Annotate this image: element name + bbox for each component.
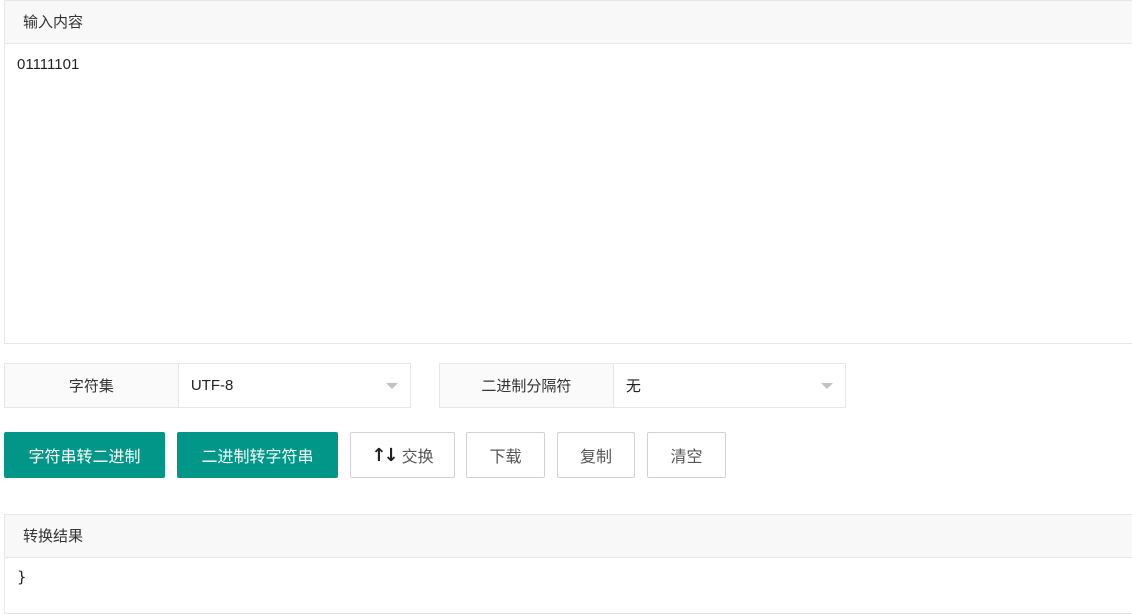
string-to-binary-button[interactable]: 字符串转二进制 [4, 432, 165, 478]
separator-selected-value: 无 [625, 378, 641, 395]
clear-button[interactable]: 清空 [647, 432, 726, 478]
copy-button[interactable]: 复制 [557, 432, 635, 478]
charset-label: 字符集 [5, 364, 179, 407]
separator-select[interactable]: 无 [614, 364, 845, 407]
input-panel-title: 输入内容 [5, 1, 1132, 44]
output-panel-title: 转换结果 [5, 515, 1132, 558]
separator-label: 二进制分隔符 [440, 364, 614, 407]
input-panel: 输入内容 01111101 [4, 0, 1132, 344]
charset-selected-value: UTF-8 [190, 377, 234, 394]
charset-select[interactable]: UTF-8 [179, 364, 410, 407]
caret-down-icon [821, 383, 833, 389]
charset-select-group: 字符集 UTF-8 [4, 363, 411, 408]
swap-button[interactable]: ↑↓ 交换 [350, 432, 455, 478]
input-textarea[interactable]: 01111101 [5, 44, 1132, 85]
binary-to-string-button[interactable]: 二进制转字符串 [177, 432, 338, 478]
output-result[interactable]: } [5, 558, 1132, 596]
swap-vertical-arrows-icon: ↑↓ [371, 444, 398, 466]
caret-down-icon [386, 383, 398, 389]
download-button[interactable]: 下载 [466, 432, 545, 478]
separator-select-group: 二进制分隔符 无 [439, 363, 846, 408]
swap-button-label: 交换 [401, 447, 434, 466]
output-panel: 转换结果 } [4, 514, 1132, 614]
